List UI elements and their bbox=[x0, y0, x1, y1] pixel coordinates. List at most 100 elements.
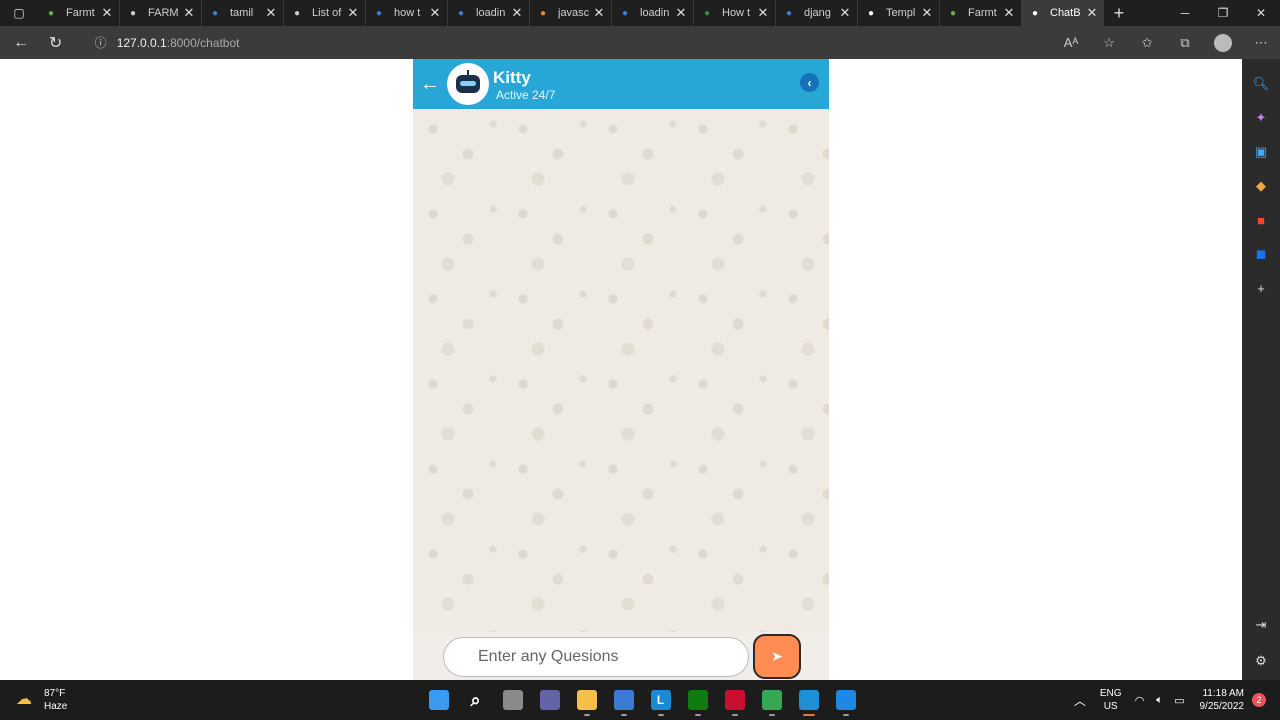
tab-close-icon[interactable]: ✕ bbox=[265, 5, 277, 21]
taskbar-app[interactable]: ⌕ bbox=[458, 684, 494, 716]
taskbar-app[interactable] bbox=[495, 684, 531, 716]
back-button[interactable]: ← bbox=[4, 26, 38, 59]
toolbar-actions: Aᴬ ☆ ✩ ⧉ ⋯ bbox=[1052, 26, 1280, 59]
browser-toolbar: ← ↻ ⓘ 127.0.0.1:8000/chatbot Aᴬ ☆ ✩ ⧉ ⋯ bbox=[0, 26, 1280, 59]
browser-tab[interactable]: ● Farmt ✕ bbox=[940, 0, 1022, 26]
tab-title: Templ bbox=[886, 7, 916, 19]
browser-tab[interactable]: ● how t ✕ bbox=[366, 0, 448, 26]
browser-tab[interactable]: ● Templ ✕ bbox=[858, 0, 940, 26]
tab-title: List of bbox=[312, 7, 342, 19]
address-bar[interactable]: ⓘ 127.0.0.1:8000/chatbot bbox=[89, 30, 1052, 56]
battery-icon[interactable]: ▭ bbox=[1170, 694, 1190, 707]
tab-close-icon[interactable]: ✕ bbox=[347, 5, 359, 21]
chat-messages-area[interactable] bbox=[413, 109, 829, 632]
chat-icon bbox=[539, 690, 560, 710]
taskbar-app[interactable] bbox=[791, 684, 827, 716]
chat-input[interactable] bbox=[443, 637, 749, 677]
page-viewport: ← Kitty Active 24/7 ‹ ➤ bbox=[0, 59, 1242, 680]
site-info-icon[interactable]: ⓘ bbox=[89, 34, 113, 51]
tab-title: FARM bbox=[148, 7, 179, 19]
lang-line2: US bbox=[1103, 701, 1118, 712]
minimize-button[interactable]: ─ bbox=[1166, 0, 1204, 26]
tools-icon[interactable]: ◆ bbox=[1250, 175, 1272, 197]
browser-tab[interactable]: ● ChatB ✕ bbox=[1022, 0, 1104, 26]
notification-badge[interactable]: 2 bbox=[1252, 693, 1266, 707]
tab-title: djang bbox=[804, 7, 831, 19]
add-favorite-icon[interactable]: ☆ bbox=[1090, 26, 1128, 59]
wifi-icon[interactable]: ◠ bbox=[1130, 694, 1150, 707]
running-indicator bbox=[694, 714, 701, 716]
taskbar-app[interactable] bbox=[532, 684, 568, 716]
tab-close-icon[interactable]: ✕ bbox=[511, 5, 523, 21]
store-icon bbox=[613, 690, 634, 710]
edge-icon bbox=[798, 690, 819, 710]
tab-close-icon[interactable]: ✕ bbox=[593, 5, 605, 21]
edge-sidebar: 🔍︎ ✦ ▣ ◆ ■ ◼ + ⇥ ⚙ bbox=[1242, 59, 1280, 680]
tab-close-icon[interactable]: ✕ bbox=[1086, 5, 1098, 21]
clock[interactable]: 11:18 AM 9/25/2022 bbox=[1200, 687, 1245, 713]
browser-tab[interactable]: ● FARM ✕ bbox=[120, 0, 202, 26]
browser-tab[interactable]: ● Farmt ✕ bbox=[38, 0, 120, 26]
tab-close-icon[interactable]: ✕ bbox=[675, 5, 687, 21]
sidebar-panel-icon[interactable]: ⇥ bbox=[1250, 614, 1272, 636]
tab-close-icon[interactable]: ✕ bbox=[757, 5, 769, 21]
back-arrow-icon[interactable]: ← bbox=[413, 73, 447, 96]
volume-icon[interactable]: 🔈︎ bbox=[1150, 694, 1170, 707]
running-indicator bbox=[583, 714, 590, 716]
search-icon: ● bbox=[375, 7, 383, 19]
show-hidden-icons-icon[interactable]: ︿ bbox=[1068, 692, 1092, 709]
outlook-icon[interactable]: ◼ bbox=[1250, 243, 1272, 265]
task-view-icon bbox=[502, 690, 523, 710]
refresh-button[interactable]: ↻ bbox=[38, 26, 72, 59]
send-button[interactable]: ➤ bbox=[753, 634, 801, 679]
chatbot-panel: ← Kitty Active 24/7 ‹ ➤ bbox=[413, 59, 829, 680]
new-tab-button[interactable]: + bbox=[1104, 0, 1134, 26]
tab-close-icon[interactable]: ✕ bbox=[429, 5, 441, 21]
tab-close-icon[interactable]: ✕ bbox=[921, 5, 933, 21]
tab-close-icon[interactable]: ✕ bbox=[839, 5, 851, 21]
tab-title: ChatB bbox=[1050, 7, 1081, 19]
more-menu-icon[interactable]: ⋯ bbox=[1242, 26, 1280, 59]
taskbar-app[interactable] bbox=[717, 684, 753, 716]
weather-widget[interactable]: ☁ 87°F Haze bbox=[16, 687, 67, 713]
collapse-chevron-icon[interactable]: ‹ bbox=[800, 73, 819, 92]
read-aloud-icon[interactable]: Aᴬ bbox=[1052, 26, 1090, 59]
browser-tab[interactable]: ● How t ✕ bbox=[694, 0, 776, 26]
running-indicator bbox=[657, 714, 664, 716]
office-icon[interactable]: ■ bbox=[1250, 209, 1272, 231]
input-language[interactable]: ENG US bbox=[1100, 687, 1122, 713]
browser-tab[interactable]: ● tamil ✕ bbox=[202, 0, 284, 26]
browser-tab[interactable]: ● djang ✕ bbox=[776, 0, 858, 26]
weather-haze-icon: ☁ bbox=[16, 691, 32, 708]
taskbar-app[interactable] bbox=[606, 684, 642, 716]
search-icon: ● bbox=[621, 7, 629, 19]
discover-icon[interactable]: ✦ bbox=[1250, 107, 1272, 129]
taskbar-app[interactable]: L bbox=[643, 684, 679, 716]
restore-button[interactable]: ❐ bbox=[1204, 0, 1242, 26]
close-window-button[interactable]: ✕ bbox=[1242, 0, 1280, 26]
tab-actions-button[interactable]: ▢ bbox=[0, 0, 38, 26]
tab-title: How t bbox=[722, 7, 751, 19]
tab-close-icon[interactable]: ✕ bbox=[101, 5, 113, 21]
browser-tab[interactable]: ● List of ✕ bbox=[284, 0, 366, 26]
browser-tab[interactable]: ● loadin ✕ bbox=[448, 0, 530, 26]
settings-gear-icon[interactable]: ⚙ bbox=[1250, 650, 1272, 672]
tab-close-icon[interactable]: ✕ bbox=[183, 5, 195, 21]
add-icon[interactable]: + bbox=[1250, 277, 1272, 299]
shopping-icon[interactable]: ▣ bbox=[1250, 141, 1272, 163]
taskbar-app[interactable] bbox=[680, 684, 716, 716]
profile-avatar[interactable] bbox=[1214, 33, 1233, 52]
browser-tab[interactable]: ● javasc ✕ bbox=[530, 0, 612, 26]
tab-close-icon[interactable]: ✕ bbox=[1003, 5, 1015, 21]
taskbar-app[interactable] bbox=[421, 684, 457, 716]
taskbar-app[interactable] bbox=[754, 684, 790, 716]
url-path: :8000/chatbot bbox=[166, 35, 240, 50]
favorites-icon[interactable]: ✩ bbox=[1128, 26, 1166, 59]
collections-icon[interactable]: ⧉ bbox=[1166, 26, 1204, 59]
search-icon[interactable]: 🔍︎ bbox=[1250, 73, 1272, 95]
tab-title: tamil bbox=[230, 7, 254, 19]
taskbar-app[interactable] bbox=[828, 684, 864, 716]
browser-tab[interactable]: ● loadin ✕ bbox=[612, 0, 694, 26]
taskbar-app[interactable] bbox=[569, 684, 605, 716]
chat-input-bar: ➤ bbox=[413, 632, 829, 680]
